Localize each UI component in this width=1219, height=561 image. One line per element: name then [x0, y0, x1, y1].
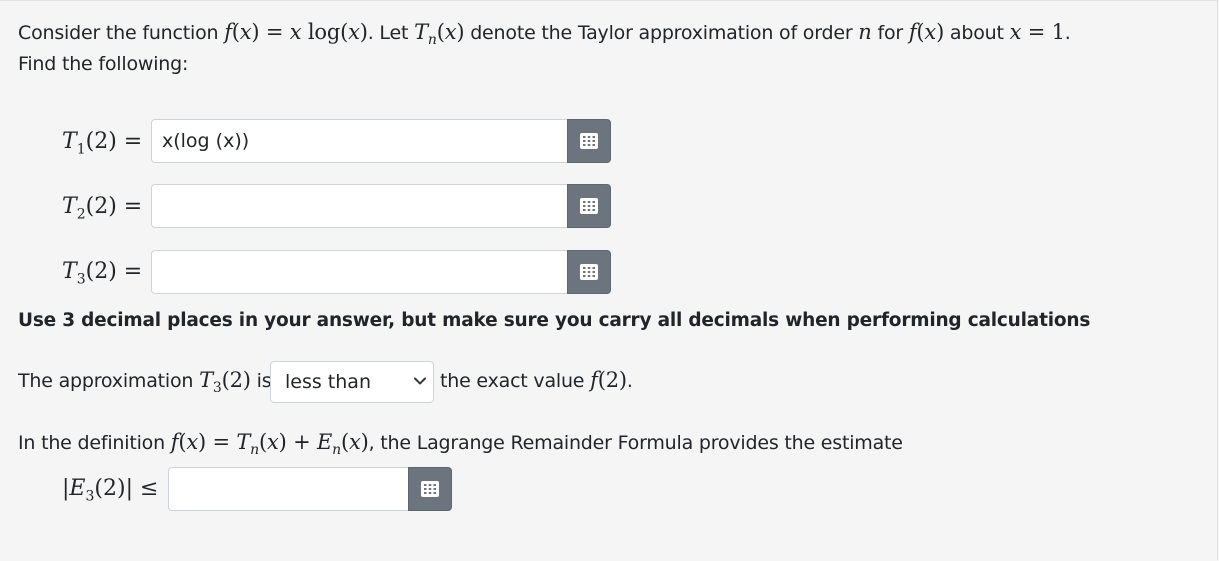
remainder-sentence: In the definition f(x) = Tn(x) + En(x), … — [18, 430, 903, 462]
intro-line-2: Find the following: — [18, 53, 189, 75]
center-point: x = 1 — [1009, 20, 1065, 44]
intro-line-1: Consider the function f(x) = x log(x). L… — [18, 20, 1071, 52]
e3-bound-label: |E3(2)| ≤ — [62, 476, 159, 505]
comparison-text: . — [626, 370, 633, 392]
remainder-definition: f(x) = Tn(x) + En(x) — [170, 430, 369, 459]
comparison-select[interactable]: less than — [270, 361, 434, 403]
intro-text: . Let — [367, 22, 415, 44]
keypad-grid-icon — [580, 198, 598, 214]
intro-text: for — [871, 22, 909, 44]
order-symbol: n — [858, 20, 872, 44]
comparison-prefix: The approximation T3(2) is — [18, 368, 272, 400]
t2-answer-input[interactable] — [151, 184, 567, 228]
comparison-selected-value: less than — [285, 371, 371, 393]
t3-label: T3(2) = — [62, 259, 143, 288]
t2-label: T2(2) = — [62, 194, 143, 223]
t1-math-editor-button[interactable] — [567, 119, 611, 163]
remainder-text: In the definition — [18, 432, 171, 454]
t3-math-editor-button[interactable] — [567, 250, 611, 294]
e3-bound-input[interactable] — [168, 467, 408, 511]
f2-symbol: f(2) — [590, 368, 627, 392]
function-definition: f(x) = x log(x) — [224, 20, 368, 44]
e3-math-editor-button[interactable] — [408, 467, 452, 511]
taylor-poly-symbol: Tn(x) — [414, 20, 465, 49]
comparison-text: The approximation — [18, 370, 200, 392]
intro-text: . — [1064, 22, 1071, 44]
keypad-grid-icon — [580, 133, 598, 149]
keypad-grid-icon — [421, 481, 439, 497]
chevron-down-icon — [414, 377, 426, 385]
keypad-grid-icon — [580, 264, 598, 280]
comparison-text: the exact value — [440, 370, 591, 392]
intro-text: denote the Taylor approximation of order — [464, 22, 859, 44]
intro-text: Consider the function — [18, 22, 225, 44]
remainder-text: , the Lagrange Remainder Formula provide… — [368, 432, 903, 454]
t1-answer-input[interactable] — [151, 119, 567, 163]
intro-text: about — [944, 22, 1010, 44]
comparison-text: is — [250, 370, 272, 392]
t2-math-editor-button[interactable] — [567, 184, 611, 228]
precision-instruction: Use 3 decimal places in your answer, but… — [18, 310, 1091, 331]
t3-answer-input[interactable] — [151, 250, 567, 294]
function-symbol: f(x) — [908, 20, 945, 44]
comparison-suffix: the exact value f(2). — [440, 368, 633, 393]
t3-symbol: T3(2) — [199, 368, 251, 397]
t1-label: T1(2) = — [62, 129, 143, 158]
